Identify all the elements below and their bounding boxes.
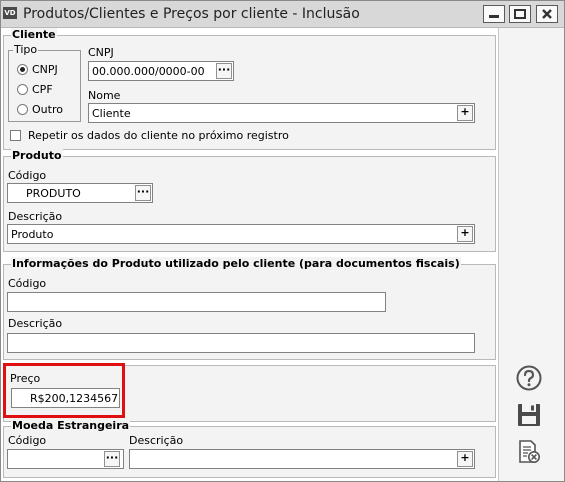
tipo-fieldset: Tipo CNPJ CPF Outro [8,43,81,122]
info-fiscais-group: Informações do Produto utilizado pelo cl… [3,257,496,360]
moeda-descricao-label: Descrição [129,434,184,447]
window-title: Produtos/Clientes e Preços por cliente -… [23,6,360,22]
info-fiscais-group-title: Informações do Produto utilizado pelo cl… [11,257,461,270]
radio-cpf-label: CPF [32,83,53,96]
app-icon: VD [3,7,17,19]
window: VD Produtos/Clientes e Preços por client… [0,0,565,482]
produto-descricao-add-button[interactable]: + [457,226,473,242]
cancel-button[interactable] [513,436,545,468]
cnpj-field[interactable]: 00.000.000/0000-00 [88,61,234,81]
close-button[interactable] [536,5,558,23]
produto-codigo-field[interactable]: PRODUTO [7,183,153,203]
fiscal-descricao-field[interactable] [7,333,475,353]
nome-add-button[interactable]: + [457,105,473,121]
radio-cpf[interactable]: CPF [17,83,53,96]
produto-descricao-field[interactable]: Produto [7,224,475,244]
cnpj-label: CNPJ [88,46,114,59]
radio-cnpj-label: CNPJ [32,63,58,76]
maximize-button[interactable] [509,5,531,23]
produto-descricao-label: Descrição [8,210,63,223]
fiscal-descricao-label: Descrição [8,317,63,330]
help-button[interactable] [513,362,545,394]
title-bar: VD Produtos/Clientes e Preços por client… [1,1,564,28]
radio-cnpj[interactable]: CNPJ [17,63,58,76]
fiscal-codigo-label: Código [8,277,47,290]
help-icon [516,365,542,391]
radio-outro[interactable]: Outro [17,103,63,116]
cnpj-lookup-button[interactable]: ··· [216,63,232,79]
moeda-group-title: Moeda Estrangeira [11,419,131,432]
save-button[interactable] [513,399,545,431]
cliente-group: Cliente Tipo CNPJ CPF Outro CNPJ 00.000.… [3,28,496,150]
preco-highlight-box [3,363,125,418]
moeda-group: Moeda Estrangeira Código ··· Descrição + [3,419,496,478]
repeat-label: Repetir os dados do cliente no próximo r… [28,129,289,142]
maximize-icon [514,9,526,19]
produto-group-title: Produto [11,149,63,162]
side-toolbar [498,28,564,481]
produto-codigo-label: Código [8,169,47,182]
radio-cpf-indicator[interactable] [17,84,28,95]
nome-label: Nome [88,89,121,102]
moeda-descricao-field[interactable] [129,449,475,469]
minimize-button[interactable] [483,5,505,23]
produto-group: Produto Código PRODUTO ··· Descrição Pro… [3,149,496,252]
moeda-codigo-lookup-button[interactable]: ··· [104,451,120,467]
cliente-group-title: Cliente [11,28,57,41]
nome-field[interactable]: Cliente [88,103,475,123]
repeat-checkbox[interactable] [10,130,21,141]
cancel-document-icon [519,440,540,463]
radio-cnpj-indicator[interactable] [17,64,28,75]
moeda-codigo-label: Código [8,434,47,447]
close-icon [542,9,552,19]
radio-outro-label: Outro [32,103,63,116]
moeda-descricao-add-button[interactable]: + [457,451,473,467]
minimize-icon [489,15,499,18]
radio-outro-indicator[interactable] [17,104,28,115]
tipo-label: Tipo [13,43,39,56]
form-area: Cliente Tipo CNPJ CPF Outro CNPJ 00.000.… [1,28,498,481]
fiscal-codigo-field[interactable] [7,292,386,312]
produto-codigo-lookup-button[interactable]: ··· [135,185,151,201]
save-icon [518,404,540,426]
